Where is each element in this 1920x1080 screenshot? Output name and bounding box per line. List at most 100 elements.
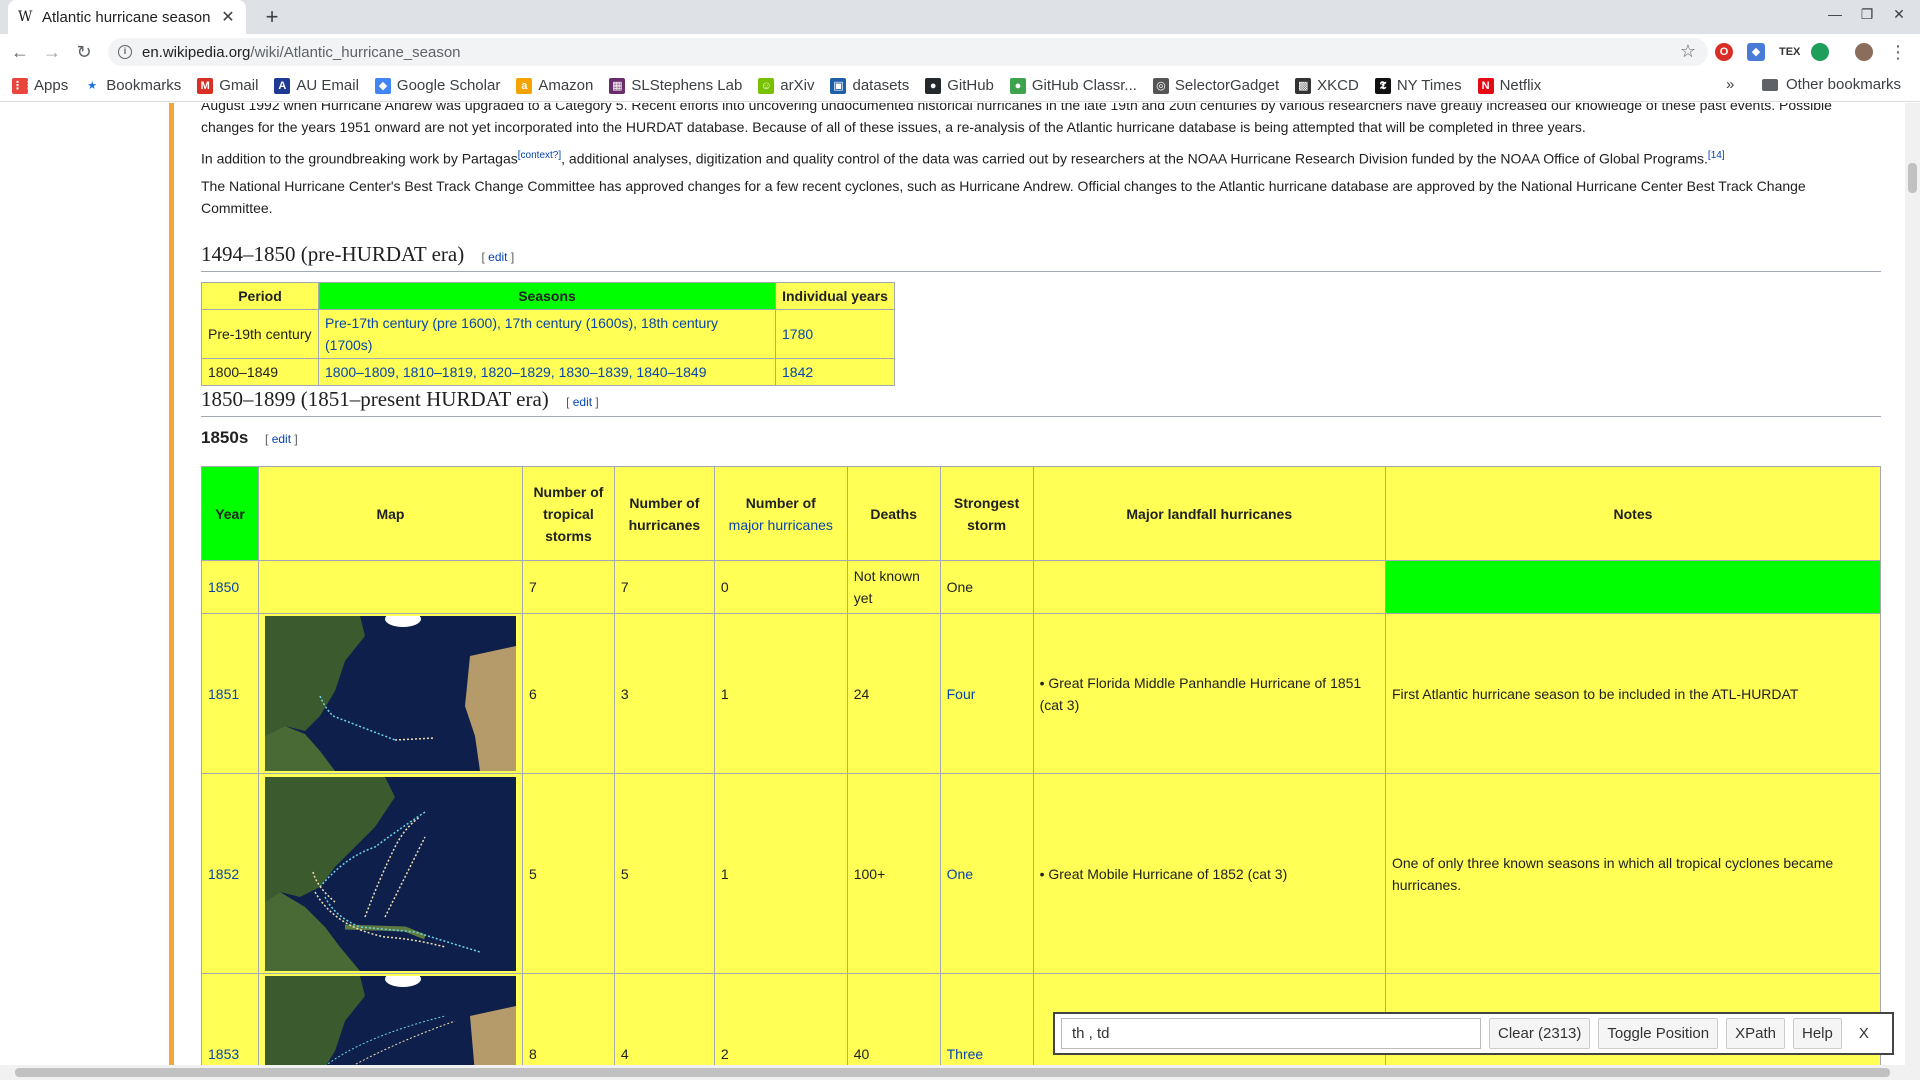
bookmark-label: arXiv (780, 77, 815, 94)
bookmark-item[interactable]: M Gmail (197, 77, 258, 94)
xpath-button[interactable]: XPath (1726, 1018, 1785, 1049)
header-landfall: Major landfall hurricanes (1032, 466, 1386, 561)
bookmark-label: Netflix (1499, 77, 1542, 94)
year-link[interactable]: 1851 (201, 613, 259, 774)
table-row: 1851 6 3 1 24 Four • Great Florida Middl… (201, 613, 1882, 774)
bookmark-label: Bookmarks (106, 77, 182, 94)
vertical-scrollbar[interactable] (1905, 103, 1920, 1065)
github-classroom-icon: ● (1009, 77, 1026, 94)
major-cell: 0 (713, 560, 848, 614)
bookmark-item[interactable]: ● GitHub (925, 77, 994, 94)
other-bookmarks[interactable]: Other bookmarks (1762, 76, 1901, 93)
selector-input[interactable] (1061, 1018, 1481, 1049)
new-tab-button[interactable]: + (258, 4, 286, 32)
clear-button[interactable]: Clear (2313) (1489, 1018, 1591, 1049)
bookmark-item[interactable]: ▣ datasets (830, 77, 909, 94)
year-link[interactable]: 1850 (201, 560, 259, 614)
minimize-icon[interactable]: — (1820, 6, 1850, 22)
edit-section-link[interactable]: [ edit ] (481, 250, 514, 264)
bookmark-label: SelectorGadget (1174, 77, 1280, 94)
shield-extension-icon[interactable]: ◆ (1747, 43, 1765, 61)
notes-cell: One of only three known seasons in which… (1384, 773, 1882, 974)
reload-icon[interactable]: ↻ (72, 41, 96, 65)
bookmark-item[interactable]: ▩ XKCD (1295, 77, 1359, 94)
green-extension-icon[interactable] (1811, 43, 1829, 61)
forward-icon[interactable]: → (40, 41, 64, 65)
edit-section-link[interactable]: [ edit ] (265, 432, 298, 446)
restore-icon[interactable]: ❐ (1852, 6, 1882, 23)
bookmark-item[interactable]: ★ Bookmarks (84, 77, 181, 94)
site-info-icon[interactable]: i (118, 45, 132, 59)
help-button[interactable]: Help (1792, 1018, 1842, 1049)
header-individual-years: Individual years (775, 282, 895, 310)
strongest-storm-link[interactable]: Three (939, 973, 1034, 1065)
strongest-storm-link[interactable]: One (939, 773, 1034, 974)
folder-icon (1762, 78, 1778, 91)
menu-kebab-icon[interactable]: ⋮ (1886, 41, 1910, 65)
edit-section-link[interactable]: [ edit ] (566, 395, 599, 409)
bookmark-item[interactable]: A AU Email (274, 77, 359, 94)
selectorgadget-icon: ◎ (1152, 77, 1169, 94)
tab-close-icon[interactable]: ✕ (220, 7, 236, 27)
reference-14-link[interactable]: [14] (1708, 150, 1725, 161)
notes-cell: First Atlantic hurricane season to be in… (1384, 613, 1882, 774)
strongest-storm-link[interactable]: Four (939, 613, 1034, 774)
bookmarks-bar: ⋮⋮ Apps ★ Bookmarks M Gmail A AU Email ◆ Google S… (0, 70, 1920, 102)
seasons-links[interactable]: 1800–1809, 1810–1819, 1820–1829, 1830–18… (318, 358, 776, 386)
bookmark-item[interactable]: ◎ SelectorGadget (1152, 77, 1280, 94)
tex-extension-icon[interactable]: TEX (1779, 43, 1800, 61)
bookmark-item[interactable]: 𝕿 NY Times (1374, 77, 1462, 94)
vertical-scroll-thumb[interactable] (1908, 163, 1917, 193)
track-map-1851[interactable] (264, 616, 516, 771)
hurricanes-cell: 3 (613, 613, 715, 774)
address-bar[interactable]: i en.wikipedia.org/wiki/Atlantic_hurrica… (108, 38, 1708, 66)
back-icon[interactable]: ← (8, 41, 32, 65)
major-hurricanes-link[interactable]: major hurricanes (729, 517, 833, 533)
bookmark-label: GitHub (947, 77, 994, 94)
track-map-1853[interactable] (264, 976, 516, 1065)
header-seasons: Seasons (318, 282, 776, 310)
citation-needed-link[interactable]: [context?] (518, 150, 561, 161)
horizontal-scroll-thumb[interactable] (15, 1068, 1890, 1077)
netflix-icon: N (1477, 77, 1494, 94)
map-cell (257, 773, 523, 974)
bookmark-star-icon[interactable]: ☆ (1680, 41, 1696, 62)
table-cell: 1800–1849 (201, 358, 319, 386)
paragraph-text: , additional analyses, digitization and … (561, 150, 1708, 167)
heading-text: 1850–1899 (1851–present HURDAT era) (201, 387, 549, 411)
horizontal-scrollbar[interactable] (0, 1065, 1920, 1080)
year-link[interactable]: 1842 (775, 358, 895, 386)
header-strongest-storm: Strongest storm (939, 466, 1034, 561)
track-map-1852[interactable] (264, 776, 516, 971)
seasons-links[interactable]: Pre-17th century (pre 1600), 17th centur… (318, 309, 776, 359)
bookmark-item[interactable]: ☺ arXiv (758, 77, 814, 94)
bookmark-item[interactable]: ▦ SLStephens Lab (609, 77, 742, 94)
tropical-storms-cell: 6 (521, 613, 615, 774)
map-cell (257, 560, 523, 614)
arxiv-icon: ☺ (758, 77, 775, 94)
profile-avatar[interactable] (1855, 43, 1873, 61)
bookmarks-overflow-button[interactable]: » (1726, 76, 1734, 93)
track-map-image (264, 976, 516, 1065)
header-deaths: Deaths (846, 466, 941, 561)
year-link[interactable]: 1780 (775, 309, 895, 359)
bookmark-item[interactable]: ◆ Google Scholar (374, 77, 500, 94)
header-hurricanes: Number of hurricanes (613, 466, 715, 561)
close-window-icon[interactable]: ✕ (1884, 6, 1914, 23)
bookmark-item[interactable]: N Netflix (1477, 77, 1542, 94)
star-icon: ★ (87, 79, 98, 92)
bookmark-item[interactable]: ● GitHub Classr... (1009, 77, 1137, 94)
browser-tab[interactable]: W Atlantic hurricane season ✕ (8, 0, 246, 34)
bookmark-item[interactable]: a Amazon (516, 77, 593, 94)
bookmark-item[interactable]: ⋮⋮ Apps (12, 77, 68, 94)
year-link[interactable]: 1852 (201, 773, 259, 974)
bookmark-label: NY Times (1396, 77, 1462, 94)
close-gadget-button[interactable]: X (1850, 1018, 1878, 1049)
highlight-border (169, 103, 174, 1065)
header-text: Number of (745, 494, 816, 511)
opera-extension-icon[interactable]: O (1715, 43, 1733, 61)
year-link[interactable]: 1853 (201, 973, 259, 1065)
toggle-position-button[interactable]: Toggle Position (1598, 1018, 1719, 1049)
table-row: 1850 7 7 0 Not known yet One (201, 560, 1882, 614)
apps-grid-icon: ⋮⋮ (12, 77, 34, 94)
